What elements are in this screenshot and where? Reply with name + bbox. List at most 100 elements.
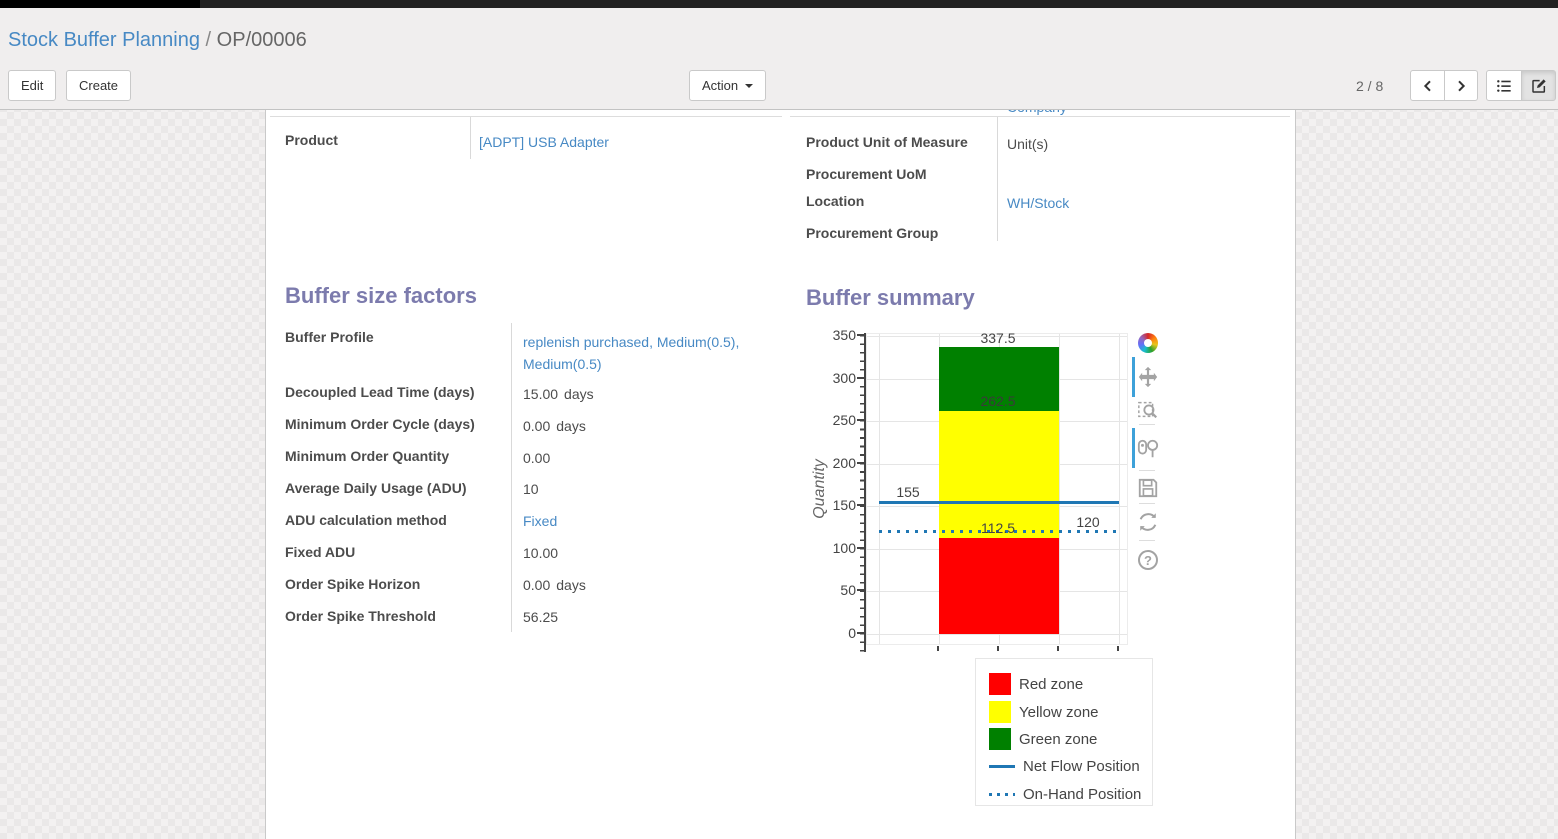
- list-icon: [1496, 78, 1512, 94]
- order-spike-horizon-value: 0.00 days: [523, 577, 586, 593]
- product-value-link[interactable]: [ADPT] USB Adapter: [479, 134, 609, 150]
- column-separator: [997, 117, 998, 241]
- reset-icon[interactable]: [1136, 510, 1160, 534]
- y-axis-minor-ticks: [860, 335, 864, 652]
- column-separator: [470, 117, 471, 159]
- yellow-swatch-icon: [989, 701, 1011, 723]
- y-tick-label: 150: [826, 497, 856, 513]
- legend-item-on-hand[interactable]: On-Hand Position: [989, 786, 1141, 803]
- view-switcher: [1486, 70, 1556, 101]
- gridline: [879, 334, 880, 644]
- minimum-order-cycle-label: Minimum Order Cycle (days): [285, 416, 475, 432]
- minimum-order-cycle-value: 0.00 days: [523, 418, 586, 434]
- adu-method-value-link[interactable]: Fixed: [523, 513, 557, 529]
- buffer-profile-label: Buffer Profile: [285, 329, 374, 345]
- y-tick-label: 250: [826, 412, 856, 428]
- form-view-button[interactable]: [1521, 70, 1556, 101]
- y-axis-major-tick: [857, 462, 864, 464]
- breadcrumb: Stock Buffer Planning / OP/00006: [8, 29, 307, 52]
- help-question-glyph: ?: [1138, 550, 1158, 570]
- x-axis-tick: [1057, 646, 1059, 651]
- pager-buttons: [1410, 70, 1478, 101]
- clipped-company-link[interactable]: Company: [1007, 110, 1067, 115]
- y-tick-label: 300: [826, 370, 856, 386]
- compare-hover-icon[interactable]: [1136, 437, 1160, 461]
- y-tick-label: 200: [826, 455, 856, 471]
- y-tick-label: 100: [826, 540, 856, 556]
- buffer-size-factors-title: Buffer size factors: [285, 283, 477, 309]
- field-suffix: days: [556, 418, 586, 434]
- product-uom-label: Product Unit of Measure: [806, 134, 968, 150]
- plotly-logo: [1138, 333, 1158, 353]
- legend-item-green-zone[interactable]: Green zone: [989, 728, 1097, 750]
- green-swatch-icon: [989, 728, 1011, 750]
- modebar-separator: [1139, 424, 1155, 425]
- legend-item-net-flow[interactable]: Net Flow Position: [989, 758, 1140, 775]
- field-suffix: days: [564, 386, 594, 402]
- create-button[interactable]: Create: [66, 70, 131, 101]
- modebar-separator: [1139, 540, 1155, 541]
- pager-next-button[interactable]: [1444, 70, 1478, 101]
- legend-label: On-Hand Position: [1023, 786, 1141, 803]
- legend-label: Green zone: [1019, 731, 1097, 748]
- field-suffix: days: [556, 577, 586, 593]
- gridline: [867, 634, 1127, 635]
- x-axis-tick: [997, 646, 999, 651]
- control-panel: Stock Buffer Planning / OP/00006 Edit Cr…: [0, 8, 1558, 110]
- procurement-uom-label: Procurement UoM: [806, 166, 927, 182]
- y-axis-major-tick: [857, 547, 864, 549]
- location-label: Location: [806, 193, 864, 209]
- buffer-summary-title: Buffer summary: [806, 285, 975, 311]
- box-zoom-icon[interactable]: [1136, 398, 1160, 422]
- pager-counter: 2 / 8: [1356, 78, 1383, 94]
- plotly-logo-icon[interactable]: [1136, 331, 1160, 355]
- help-icon[interactable]: ?: [1136, 548, 1160, 572]
- action-button[interactable]: Action: [689, 70, 766, 101]
- column-separator: [511, 323, 512, 632]
- fixed-adu-value: 10.00: [523, 545, 558, 561]
- annotation-net-flow: 155: [884, 485, 932, 500]
- caret-down-icon: [745, 84, 753, 88]
- modebar-active-indicator: [1132, 428, 1135, 468]
- solid-line-swatch-icon: [989, 765, 1015, 768]
- field-number: 0.00: [523, 418, 550, 434]
- annotation-yellow-top: 262.5: [938, 394, 1058, 409]
- gridline: [1059, 334, 1060, 644]
- gridline: [1119, 334, 1120, 644]
- stock-buffer-planning-page: Stock Buffer Planning / OP/00006 Edit Cr…: [0, 0, 1558, 839]
- top-navbar: [0, 0, 1558, 8]
- navbar-active-menu: [0, 0, 200, 8]
- y-tick-label: 50: [826, 582, 856, 598]
- legend-item-red-zone[interactable]: Red zone: [989, 673, 1083, 695]
- field-number: 15.00: [523, 386, 558, 402]
- annotation-red-top: 112.5: [938, 521, 1058, 536]
- group-top-border-right: [790, 116, 1290, 117]
- minimum-order-quantity-label: Minimum Order Quantity: [285, 448, 449, 464]
- net-flow-position-line: [879, 501, 1119, 504]
- annotation-on-hand: 120: [1064, 515, 1112, 530]
- breadcrumb-parent-link[interactable]: Stock Buffer Planning: [8, 29, 200, 51]
- x-axis-tick: [937, 646, 939, 651]
- order-spike-threshold-value: 56.25: [523, 609, 558, 625]
- pan-icon[interactable]: [1136, 365, 1160, 389]
- y-tick-label: 350: [826, 327, 856, 343]
- legend-label: Yellow zone: [1019, 704, 1099, 721]
- chevron-left-icon: [1420, 78, 1436, 94]
- field-number: 0.00: [523, 577, 550, 593]
- pager-previous-button[interactable]: [1410, 70, 1445, 101]
- edit-button[interactable]: Edit: [8, 70, 56, 101]
- group-top-border-left: [270, 116, 782, 117]
- chevron-right-icon: [1453, 78, 1469, 94]
- yellow-zone-bar: [939, 411, 1059, 538]
- modebar-separator: [1139, 503, 1155, 504]
- legend-item-yellow-zone[interactable]: Yellow zone: [989, 701, 1099, 723]
- dotted-line-swatch-icon: [989, 793, 1015, 796]
- save-icon[interactable]: [1136, 476, 1160, 500]
- location-value-link[interactable]: WH/Stock: [1007, 195, 1069, 211]
- legend-label: Net Flow Position: [1023, 758, 1140, 775]
- buffer-profile-value-link[interactable]: replenish purchased, Medium(0.5), Medium…: [523, 331, 775, 375]
- product-uom-value: Unit(s): [1007, 136, 1048, 152]
- breadcrumb-separator: /: [206, 29, 217, 51]
- adu-value: 10: [523, 481, 539, 497]
- list-view-button[interactable]: [1486, 70, 1522, 101]
